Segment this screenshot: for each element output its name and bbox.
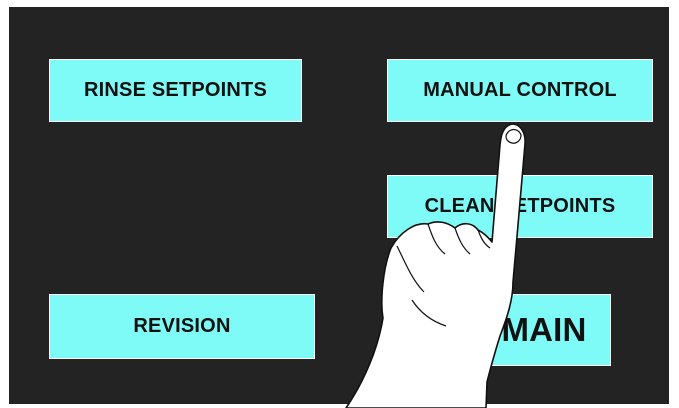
revision-button[interactable]: REVISION xyxy=(49,294,315,359)
revision-label: REVISION xyxy=(133,315,231,337)
rinse-setpoints-button[interactable]: RINSE SETPOINTS xyxy=(49,59,302,122)
clean-setpoints-button[interactable]: CLEAN SETPOINTS xyxy=(387,175,653,238)
main-button[interactable]: MAIN xyxy=(421,294,611,366)
manual-control-label: MANUAL CONTROL xyxy=(423,79,617,101)
manual-control-button[interactable]: MANUAL CONTROL xyxy=(387,59,653,122)
clean-setpoints-label: CLEAN SETPOINTS xyxy=(424,195,616,217)
rinse-setpoints-label: RINSE SETPOINTS xyxy=(83,79,268,101)
main-label: MAIN xyxy=(501,311,587,348)
